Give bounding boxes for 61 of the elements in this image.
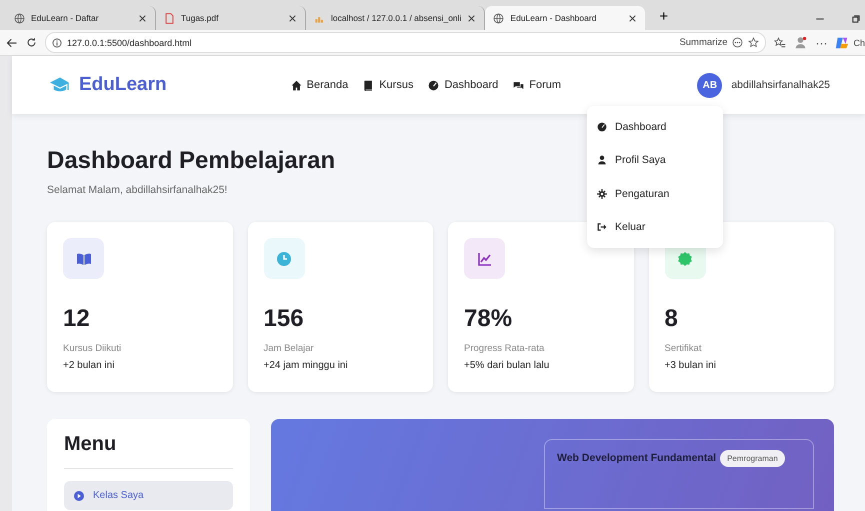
- user-icon: [597, 155, 607, 166]
- back-icon: [6, 36, 18, 48]
- stat-label: Kursus Diikuti: [63, 343, 122, 354]
- gauge-icon: [597, 122, 607, 132]
- stat-change: +2 bulan ini: [63, 360, 114, 371]
- course-title: Web Development Fundamental: [557, 452, 716, 464]
- home-icon: [290, 80, 302, 90]
- stat-value: 78%: [464, 305, 512, 333]
- more-button[interactable]: ···: [815, 36, 828, 50]
- dropdown-item[interactable]: Keluar: [587, 210, 723, 244]
- refresh-icon: [26, 37, 37, 48]
- book-icon: [363, 80, 374, 90]
- stat-value: 156: [264, 305, 304, 333]
- reader-icon: [732, 37, 744, 48]
- stat-value: 12: [63, 305, 90, 333]
- url-text: 127.0.0.1:5500/dashboard.html: [67, 38, 192, 48]
- logout-icon: [597, 222, 607, 232]
- dropdown-item[interactable]: Pengaturan: [587, 177, 723, 210]
- copilot-button[interactable]: Ch: [835, 36, 865, 50]
- globe-icon: [493, 12, 504, 24]
- profile-icon: [794, 36, 808, 49]
- greeting-text: Selamat Malam, abdillahsirfanalhak25!: [47, 184, 228, 196]
- close-icon: [628, 14, 638, 22]
- globe-icon: [14, 12, 25, 24]
- play-icon: [74, 490, 84, 500]
- stat-value: 8: [664, 305, 678, 333]
- chat-icon: [513, 80, 524, 90]
- address-bar[interactable]: 127.0.0.1:5500/dashboard.html Summarize: [45, 32, 766, 53]
- favorites-icon: [774, 36, 786, 48]
- page-title: Dashboard Pembelajaran: [47, 147, 336, 175]
- pdf-icon: [164, 12, 175, 24]
- restore-icon: [851, 14, 861, 24]
- stat-label: Progress Rata-rata: [464, 343, 544, 354]
- close-icon: [288, 14, 297, 22]
- stat-label: Sertifikat: [664, 343, 702, 354]
- dropdown-item[interactable]: Dashboard: [587, 110, 723, 144]
- browser-tab[interactable]: EduLearn - Dashboard: [485, 6, 646, 30]
- star-icon: [748, 37, 760, 48]
- summarize-button[interactable]: Summarize: [679, 37, 728, 48]
- username[interactable]: abdillahsirfanalhak25: [731, 79, 830, 91]
- nav-link[interactable]: Kursus: [363, 79, 414, 91]
- category-tag: Pemrograman: [720, 450, 785, 467]
- stat-change: +24 jam minggu ini: [264, 360, 348, 371]
- new-tab-button[interactable]: +: [653, 7, 674, 26]
- copilot-icon: [835, 36, 850, 50]
- settings-icon: [597, 188, 607, 199]
- gauge-icon: [428, 80, 440, 90]
- close-icon: [138, 14, 147, 22]
- info-icon: [52, 38, 62, 48]
- avatar[interactable]: AB: [697, 72, 722, 98]
- dropdown-item[interactable]: Profil Saya: [587, 144, 723, 177]
- nav-link[interactable]: Dashboard: [428, 79, 498, 91]
- menu-item[interactable]: Kelas Saya: [64, 481, 233, 510]
- brand-name[interactable]: EduLearn: [79, 74, 167, 96]
- menu-title: Menu: [64, 433, 233, 469]
- stat-label: Jam Belajar: [264, 343, 314, 354]
- stat-change: +3 bulan ini: [664, 360, 716, 371]
- close-icon: [467, 14, 476, 22]
- stat-change: +5% dari bulan lalu: [464, 360, 550, 371]
- nav-link[interactable]: Beranda: [290, 79, 348, 91]
- nav-link[interactable]: Forum: [513, 79, 562, 91]
